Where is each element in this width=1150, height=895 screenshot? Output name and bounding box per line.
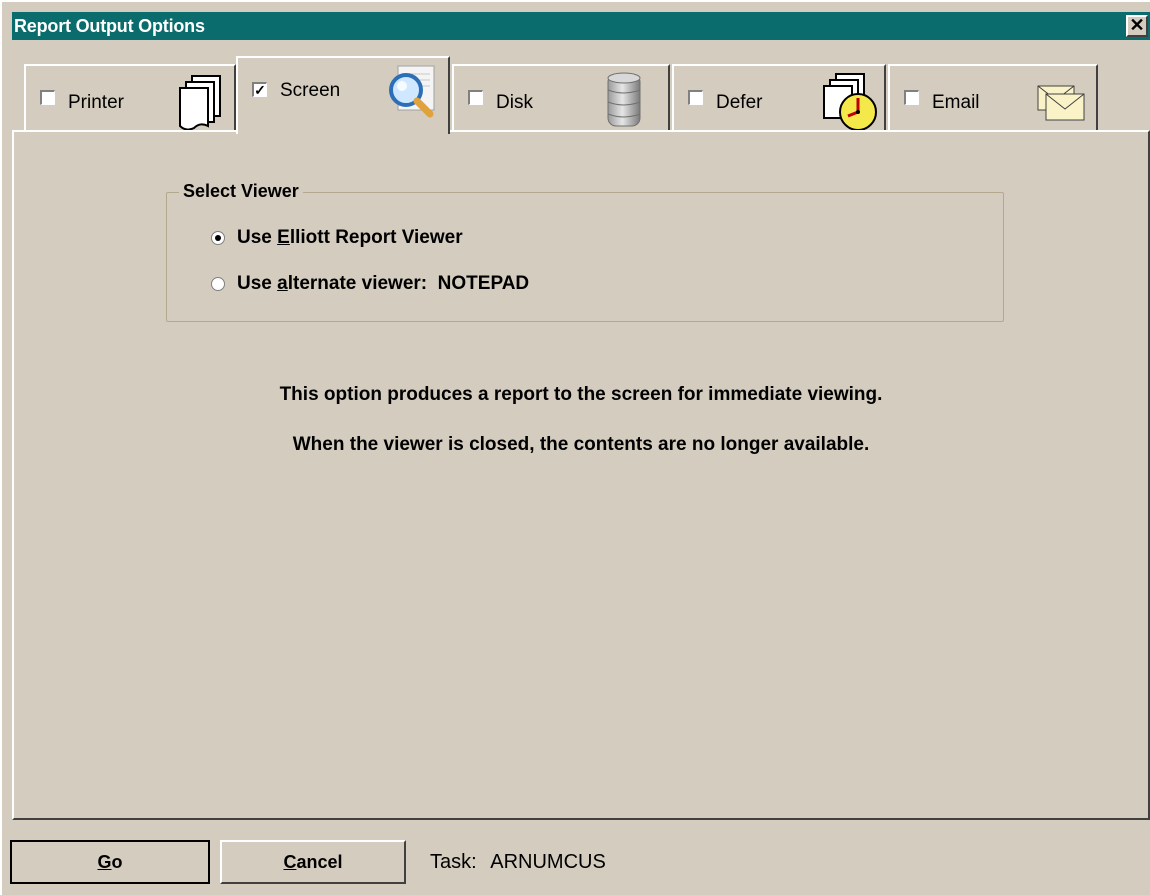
alternate-viewer-label: Use alternate viewer: NOTEPAD xyxy=(237,273,530,294)
elliott-viewer-option[interactable]: Use Elliott Report Viewer xyxy=(211,227,463,249)
alternate-viewer-option[interactable]: Use alternate viewer: NOTEPAD xyxy=(211,273,529,295)
disk-checkbox[interactable] xyxy=(468,90,483,105)
task-value: ARNUMCUS xyxy=(490,851,606,873)
screen-checkbox[interactable]: ✓ xyxy=(252,82,267,97)
report-output-options-window: Report Output Options ✕ Printer ✓ Screen xyxy=(0,0,1150,895)
description-line-2: When the viewer is closed, the contents … xyxy=(292,434,870,455)
check-mark-icon: ✓ xyxy=(254,82,266,98)
title-bar: Report Output Options ✕ xyxy=(12,12,1150,40)
tab-disk[interactable]: Disk xyxy=(452,64,670,132)
tab-defer-label: Defer xyxy=(716,92,763,113)
alternate-viewer-radio[interactable] xyxy=(211,277,225,291)
email-checkbox[interactable] xyxy=(904,90,919,105)
tab-screen[interactable]: ✓ Screen xyxy=(236,56,450,134)
clock-icon xyxy=(823,73,877,131)
window-title: Report Output Options xyxy=(14,16,205,36)
go-button[interactable]: Go xyxy=(10,840,210,884)
disk-stack-icon xyxy=(607,72,641,127)
close-icon: ✕ xyxy=(1129,15,1145,35)
tab-email[interactable]: Email xyxy=(888,64,1098,132)
printer-icon xyxy=(179,75,221,131)
screen-tab-panel: Select Viewer Use Elliott Report Viewer … xyxy=(12,130,1150,820)
magnifier-icon xyxy=(389,65,435,118)
tab-printer-label: Printer xyxy=(68,92,124,113)
tab-screen-label: Screen xyxy=(280,80,341,101)
task-info: Task: ARNUMCUS xyxy=(430,851,606,874)
tab-printer[interactable]: Printer xyxy=(24,64,236,132)
elliott-viewer-radio[interactable] xyxy=(211,231,225,245)
cancel-button[interactable]: Cancel xyxy=(220,840,406,884)
task-label: Task: xyxy=(430,851,477,873)
close-button[interactable]: ✕ xyxy=(1126,15,1148,37)
select-viewer-group: Select Viewer Use Elliott Report Viewer … xyxy=(166,181,1004,322)
tab-email-label: Email xyxy=(932,92,980,113)
description-line-1: This option produces a report to the scr… xyxy=(279,384,883,405)
tab-disk-label: Disk xyxy=(496,92,533,113)
tab-defer[interactable]: Defer xyxy=(672,64,886,132)
envelope-icon xyxy=(1037,85,1085,121)
defer-checkbox[interactable] xyxy=(688,90,703,105)
select-viewer-legend: Select Viewer xyxy=(179,181,303,202)
elliott-viewer-label: Use Elliott Report Viewer xyxy=(237,227,463,248)
printer-checkbox[interactable] xyxy=(40,90,55,105)
